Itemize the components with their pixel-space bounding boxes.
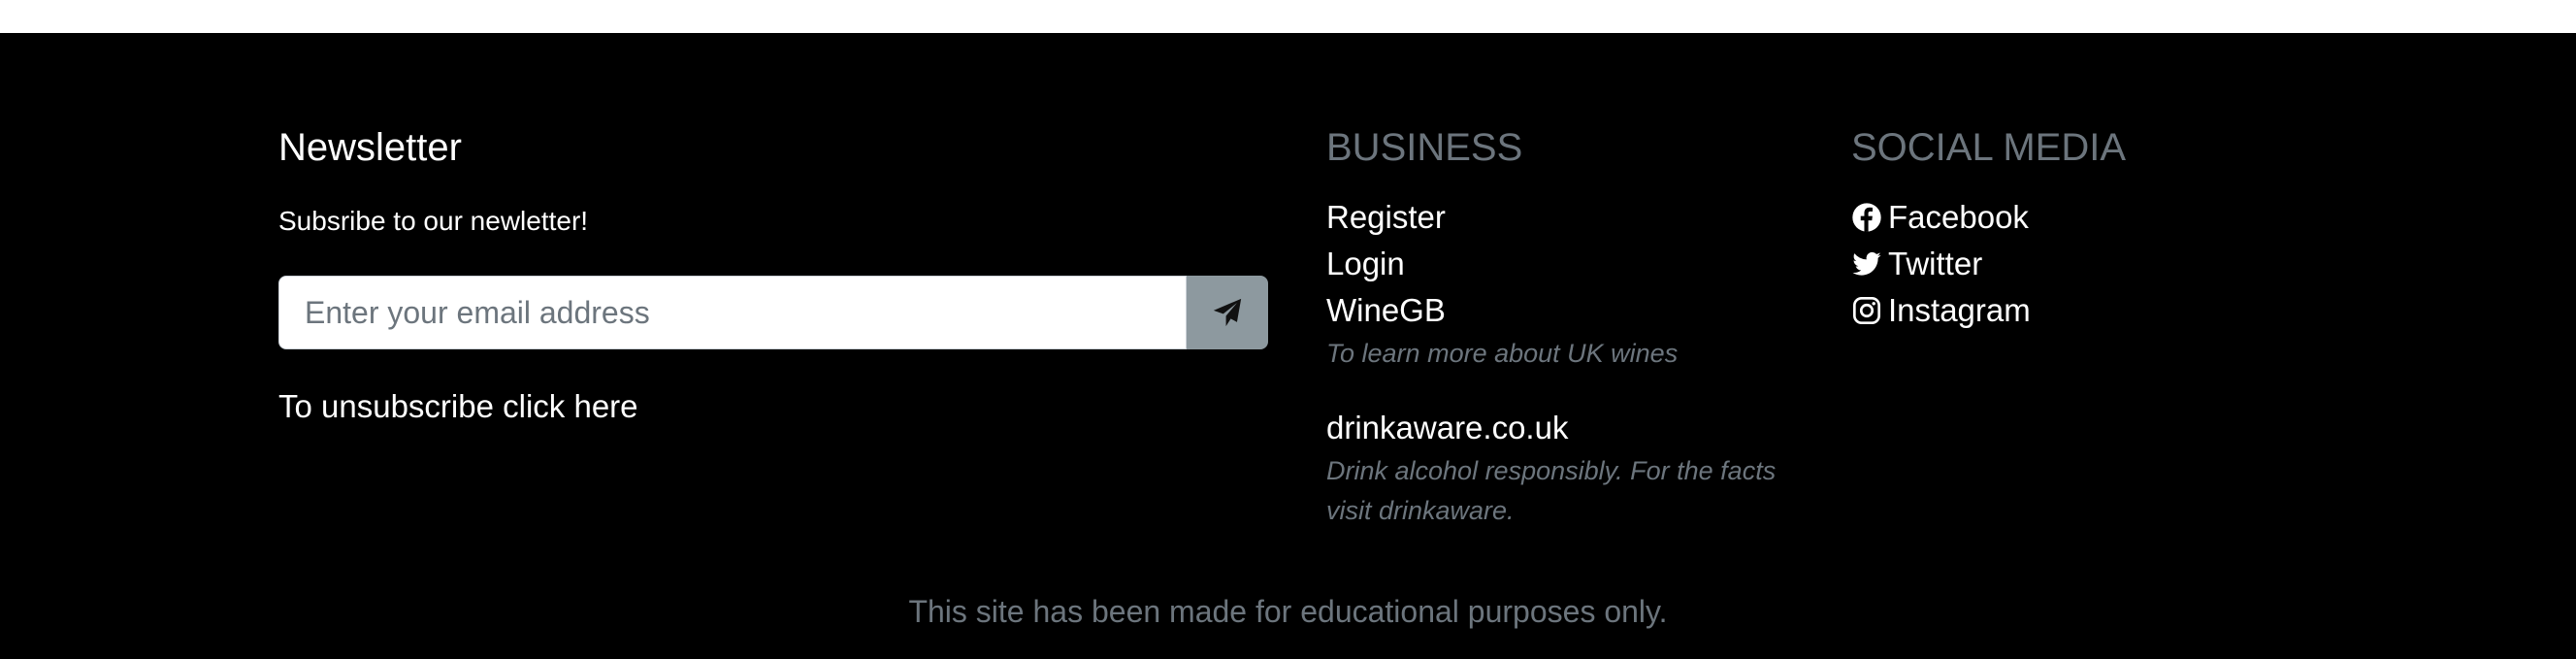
newsletter-title: Newsletter [278,126,462,169]
drinkaware-note-line-1: Drink alcohol responsibly. For the facts [1326,456,1777,485]
facebook-link[interactable]: Facebook [1851,194,2031,241]
email-input[interactable] [278,276,1187,349]
drinkaware-note-line-2: visit drinkaware. [1326,496,1515,525]
instagram-label: Instagram [1888,292,2031,328]
unsubscribe-link[interactable]: To unsubscribe click here [278,388,638,425]
register-link[interactable]: Register [1326,194,1776,241]
facebook-label: Facebook [1888,199,2029,235]
facebook-icon [1852,203,1881,232]
top-white-strip [0,0,2576,33]
instagram-link[interactable]: Instagram [1851,287,2031,334]
paper-plane-icon [1213,298,1242,327]
copyright-notice: This site has been made for educational … [908,594,1668,629]
site-footer: Newsletter Subsribe to our newletter! To… [0,33,2576,659]
instagram-icon [1853,297,1880,324]
twitter-icon [1852,251,1881,276]
business-links: Register Login WineGB To learn more abou… [1326,194,1776,531]
login-link[interactable]: Login [1326,241,1776,287]
winegb-note: To learn more about UK wines [1326,339,1679,368]
twitter-link[interactable]: Twitter [1851,241,2031,287]
subscribe-button[interactable] [1187,276,1268,349]
twitter-label: Twitter [1888,246,1983,281]
newsletter-form [278,276,1268,349]
drinkaware-link[interactable]: drinkaware.co.uk [1326,405,1776,451]
social-links: Facebook Twitter Instagram [1851,194,2031,334]
social-media-title: SOCIAL MEDIA [1851,126,2127,169]
business-title: BUSINESS [1326,126,1523,169]
winegb-link[interactable]: WineGB [1326,287,1776,334]
newsletter-subtitle: Subsribe to our newletter! [278,206,589,236]
